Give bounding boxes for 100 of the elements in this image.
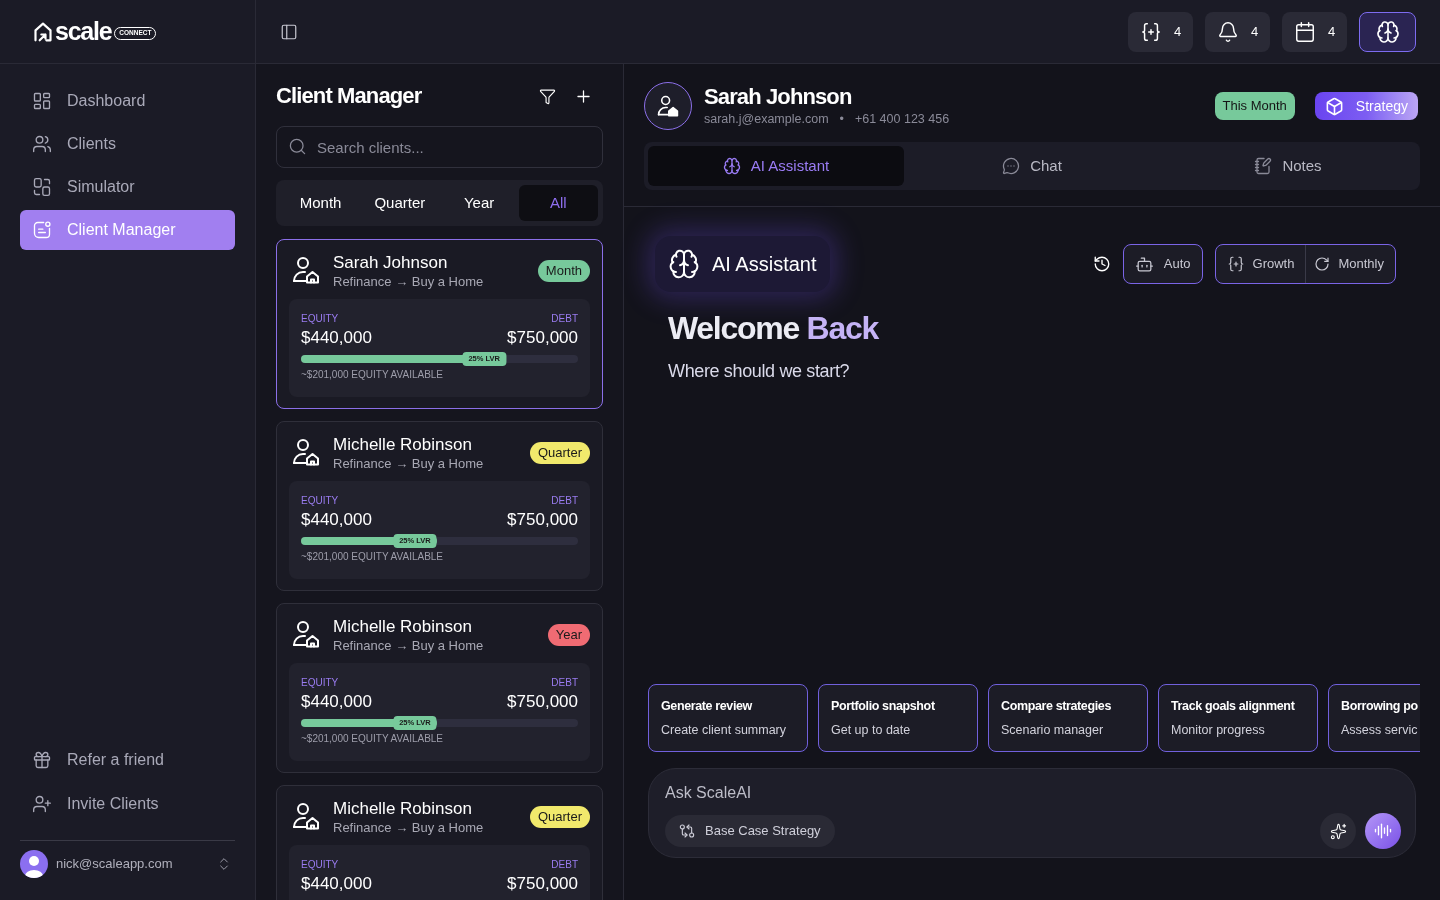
- logo-icon: [33, 21, 53, 42]
- client-house-icon: [292, 438, 320, 466]
- rotate-icon: [1314, 256, 1331, 272]
- client-email: sarah.j@example.com: [704, 111, 829, 128]
- equity-value: $440,000: [301, 873, 372, 895]
- client-name: Michelle Robinson: [333, 799, 473, 819]
- compare-arrows-icon: [679, 823, 695, 839]
- period-tag: Quarter: [529, 806, 590, 828]
- bell-icon: [1216, 20, 1239, 43]
- client-house-icon: [292, 802, 320, 830]
- period-tag: Month: [537, 260, 590, 282]
- counter-button[interactable]: 4: [1282, 11, 1347, 52]
- voice-button[interactable]: [1365, 813, 1401, 849]
- history-button[interactable]: [1092, 255, 1111, 273]
- search-field[interactable]: Search clients...: [276, 126, 603, 168]
- counter-button[interactable]: 4: [1128, 11, 1193, 52]
- panel-title: Client Manager: [276, 85, 422, 107]
- dashboard-icon: [32, 91, 52, 111]
- debt-label: DEBT: [551, 859, 578, 871]
- period-tab[interactable]: Quarter: [360, 185, 440, 221]
- period-tab[interactable]: All: [518, 185, 598, 221]
- equity-label: EQUITY: [301, 677, 339, 689]
- brain-icon: [668, 248, 700, 280]
- nav-item[interactable]: Dashboard: [20, 81, 235, 121]
- period-tag: Year: [547, 624, 590, 646]
- welcome-subheading: Where should we start?: [668, 360, 851, 382]
- client-phone: +61 400 123 456: [854, 111, 950, 128]
- period-tab[interactable]: Month: [281, 185, 361, 221]
- braces-icon: [1139, 20, 1162, 43]
- brain-icon: [722, 157, 741, 175]
- calendar-icon: [1293, 20, 1316, 43]
- nav-item[interactable]: Clients: [20, 124, 235, 164]
- user-plus-icon: [32, 794, 52, 814]
- client-goal: Refinance → Buy a Home: [333, 637, 484, 655]
- equity-label: EQUITY: [301, 313, 339, 325]
- sidebar-link[interactable]: Refer a friend: [20, 740, 235, 780]
- message-square-dot-icon: [32, 220, 52, 240]
- period-badge: This Month: [1214, 92, 1295, 120]
- brain-icon: [1375, 19, 1400, 44]
- squares-icon: [32, 177, 52, 197]
- suggestion-card[interactable]: Generate review Create client summary: [648, 684, 808, 752]
- tab[interactable]: Notes: [1160, 146, 1416, 186]
- equity-available: ~$201,000 EQUITY AVAILABLE: [301, 551, 445, 563]
- equity-available: ~$201,000 EQUITY AVAILABLE: [301, 733, 445, 745]
- counter-button[interactable]: 4: [1205, 11, 1270, 52]
- separator-dot: •: [839, 111, 844, 128]
- filter-button[interactable]: [539, 87, 556, 105]
- period-tab[interactable]: Year: [439, 185, 519, 221]
- debt-value: $750,000: [507, 873, 578, 895]
- prompt-input[interactable]: Ask ScaleAI: [665, 782, 1399, 804]
- debt-value: $750,000: [507, 509, 578, 531]
- client-card[interactable]: Michelle Robinson Refinance → Buy a Home Quarter EQUITY DEBT $440,000 $750,000: [276, 785, 603, 900]
- client-name: Michelle Robinson: [333, 617, 473, 637]
- client-title: Sarah Johnson: [704, 84, 853, 110]
- avatar-icon: [20, 850, 48, 878]
- strategy-chip[interactable]: Base Case Strategy: [665, 815, 835, 847]
- debt-label: DEBT: [551, 495, 578, 507]
- equity-value: $440,000: [301, 327, 372, 349]
- debt-value: $750,000: [507, 327, 578, 349]
- debt-label: DEBT: [551, 313, 578, 325]
- frequency-button[interactable]: Monthly: [1306, 245, 1395, 283]
- braces-icon: [1226, 255, 1245, 273]
- suggestion-card[interactable]: Track goals alignment Monitor progress: [1158, 684, 1318, 752]
- client-house-icon: [292, 620, 320, 648]
- debt-label: DEBT: [551, 677, 578, 689]
- logo-wordmark: scale: [55, 19, 112, 44]
- sidebar-toggle-button[interactable]: [280, 22, 298, 41]
- client-goal: Refinance → Buy a Home: [333, 819, 484, 837]
- equity-value: $440,000: [301, 509, 372, 531]
- gift-icon: [32, 750, 52, 770]
- assistant-badge: AI Assistant: [655, 236, 830, 292]
- history-icon: [1092, 255, 1111, 273]
- equity-available: ~$201,000 EQUITY AVAILABLE: [301, 369, 445, 381]
- filter-icon: [539, 87, 556, 105]
- sparkle-button[interactable]: [1320, 813, 1356, 849]
- search-icon: [288, 137, 307, 156]
- client-goal: Refinance → Buy a Home: [333, 273, 484, 291]
- tab[interactable]: Chat: [904, 146, 1160, 186]
- goal-button[interactable]: Growth: [1215, 245, 1306, 283]
- audio-wave-icon: [1374, 822, 1392, 840]
- users-icon: [32, 134, 52, 154]
- suggestion-card[interactable]: Borrowing po Assess servic: [1328, 684, 1420, 752]
- panel-icon: [280, 22, 298, 41]
- sidebar-link[interactable]: Invite Clients: [20, 784, 235, 824]
- welcome-heading: Welcome Back: [668, 309, 880, 347]
- chat-bubble-icon: [1002, 157, 1021, 175]
- nav-item[interactable]: Simulator: [20, 167, 235, 207]
- client-house-icon: [292, 256, 320, 284]
- tab[interactable]: AI Assistant: [648, 146, 904, 186]
- period-tag: Quarter: [529, 442, 590, 464]
- suggestion-card[interactable]: Portfolio snapshot Get up to date: [818, 684, 978, 752]
- client-goal: Refinance → Buy a Home: [333, 455, 484, 473]
- mode-button[interactable]: Auto: [1122, 244, 1203, 284]
- suggestion-card[interactable]: Compare strategies Scenario manager: [988, 684, 1148, 752]
- debt-value: $750,000: [507, 691, 578, 713]
- note-icon: [1254, 157, 1273, 175]
- equity-label: EQUITY: [301, 495, 339, 507]
- assistant-toggle-button[interactable]: [1359, 11, 1416, 52]
- client-name: Michelle Robinson: [333, 435, 473, 455]
- account-switcher[interactable]: nick@scaleapp.com: [20, 850, 235, 878]
